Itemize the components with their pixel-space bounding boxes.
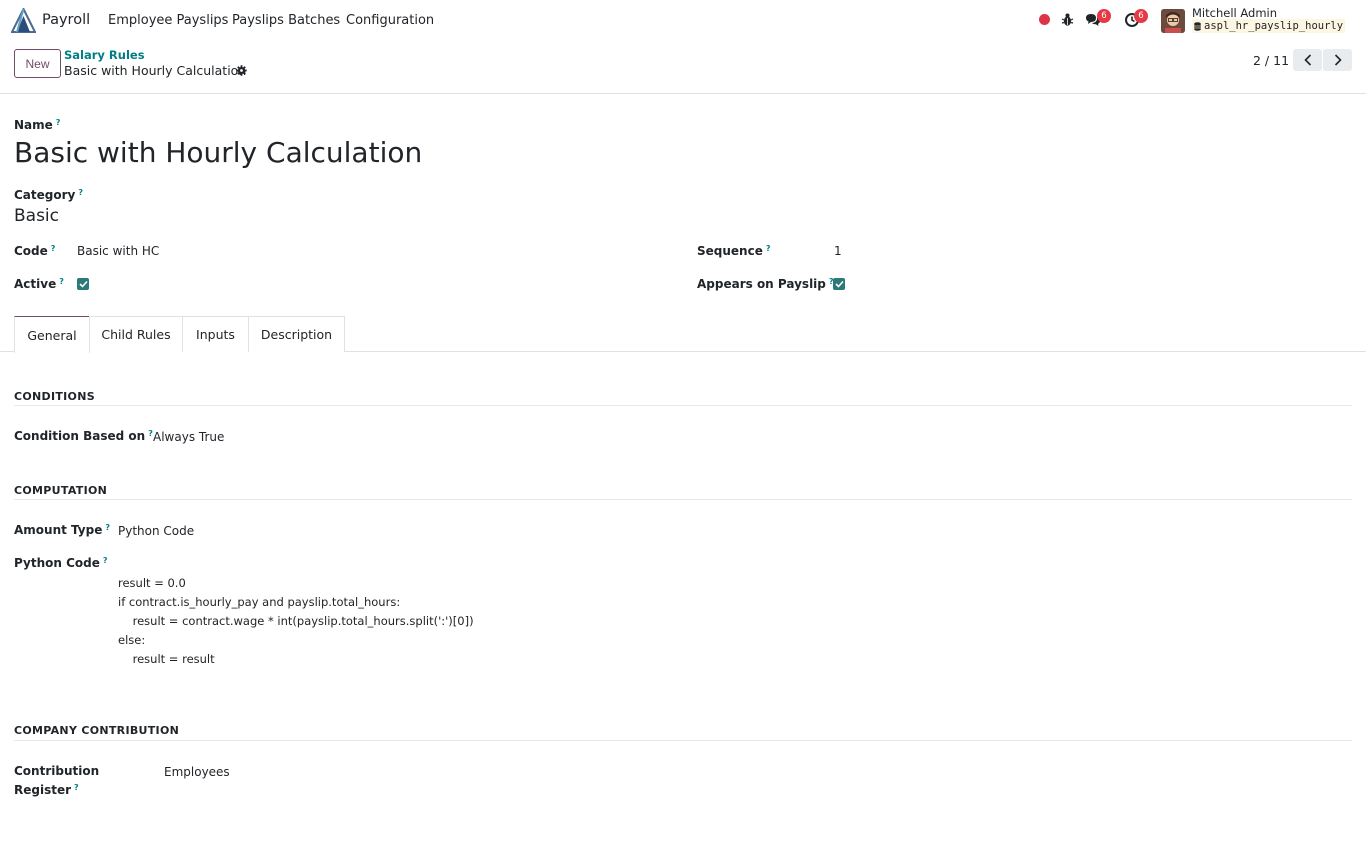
conditions-section-title: CONDITIONS bbox=[14, 390, 95, 403]
user-name[interactable]: Mitchell Admin bbox=[1192, 6, 1277, 20]
payroll-app-icon[interactable] bbox=[11, 8, 36, 33]
appears-on-payslip-label: Appears on Payslip? bbox=[697, 277, 834, 291]
menu-payslips-batches[interactable]: Payslips Batches bbox=[232, 13, 340, 28]
menu-configuration[interactable]: Configuration bbox=[346, 13, 434, 28]
active-help-icon[interactable]: ? bbox=[59, 277, 64, 286]
condition-based-on-field[interactable]: Always True bbox=[153, 430, 224, 444]
contribution-register-label-line1: Contribution bbox=[14, 764, 100, 778]
top-navbar: Payroll Employee Payslips Payslips Batch… bbox=[0, 0, 1366, 40]
activities-count-badge: 6 bbox=[1134, 9, 1148, 23]
contribution-register-field[interactable]: Employees bbox=[164, 765, 230, 779]
code-line: result = contract.wage * int(payslip.tot… bbox=[118, 614, 474, 628]
chevron-left-icon bbox=[1303, 54, 1311, 66]
database-icon bbox=[1194, 21, 1201, 31]
appears-on-payslip-checkbox[interactable] bbox=[833, 278, 845, 290]
computation-section-title: COMPUTATION bbox=[14, 484, 108, 497]
breadcrumb-current-record: Basic with Hourly Calculation bbox=[64, 63, 247, 78]
name-help-icon[interactable]: ? bbox=[56, 118, 61, 127]
active-checkbox[interactable] bbox=[77, 278, 89, 290]
name-label: Name? bbox=[14, 118, 61, 132]
user-avatar[interactable] bbox=[1161, 9, 1185, 33]
code-line: result = result bbox=[118, 652, 215, 666]
code-line: else: bbox=[118, 633, 146, 647]
tab-child-rules[interactable]: Child Rules bbox=[89, 316, 183, 352]
amount-type-field[interactable]: Python Code bbox=[118, 524, 194, 538]
status-dot-icon[interactable] bbox=[1039, 14, 1050, 25]
debug-bug-icon[interactable] bbox=[1061, 12, 1074, 27]
checkmark-icon bbox=[78, 280, 88, 288]
gear-icon[interactable] bbox=[236, 65, 247, 76]
category-label: Category? bbox=[14, 188, 83, 202]
conditions-section-divider bbox=[14, 405, 1352, 406]
code-line: result = 0.0 bbox=[118, 576, 186, 590]
amount-type-label: Amount Type? bbox=[14, 523, 110, 537]
sequence-label: Sequence? bbox=[697, 244, 771, 258]
database-chip: aspl_hr_payslip_hourly bbox=[1192, 19, 1346, 33]
company-contribution-section-title: COMPANY CONTRIBUTION bbox=[14, 724, 180, 737]
company-contribution-divider bbox=[14, 740, 1352, 741]
breadcrumb-salary-rules[interactable]: Salary Rules bbox=[64, 48, 145, 62]
python-code-label: Python Code? bbox=[14, 556, 108, 570]
code-field[interactable]: Basic with HC bbox=[77, 244, 159, 258]
new-button[interactable]: New bbox=[14, 49, 61, 78]
messages-count-badge: 6 bbox=[1097, 9, 1111, 23]
contribution-register-label-line2: Register? bbox=[14, 783, 79, 797]
pager-counter[interactable]: 2 / 11 bbox=[1253, 53, 1289, 68]
sequence-help-icon[interactable]: ? bbox=[766, 244, 771, 253]
tab-description[interactable]: Description bbox=[248, 316, 345, 352]
contribution-help-icon[interactable]: ? bbox=[74, 783, 79, 792]
category-help-icon[interactable]: ? bbox=[78, 188, 83, 197]
computation-section-divider bbox=[14, 499, 1352, 500]
chevron-right-icon bbox=[1334, 54, 1342, 66]
amount-type-help-icon[interactable]: ? bbox=[105, 523, 110, 532]
tab-general[interactable]: General bbox=[14, 316, 90, 353]
database-name: aspl_hr_payslip_hourly bbox=[1204, 20, 1344, 32]
condition-based-on-label: Condition Based on? bbox=[14, 429, 153, 443]
code-line: if contract.is_hourly_pay and payslip.to… bbox=[118, 595, 401, 609]
active-label: Active? bbox=[14, 277, 64, 291]
rule-name-field[interactable]: Basic with Hourly Calculation bbox=[14, 136, 422, 169]
pager-next-button[interactable] bbox=[1323, 49, 1352, 71]
app-name[interactable]: Payroll bbox=[42, 12, 90, 28]
category-field[interactable]: Basic bbox=[14, 206, 59, 226]
python-code-help-icon[interactable]: ? bbox=[103, 556, 108, 565]
tab-inputs[interactable]: Inputs bbox=[182, 316, 249, 352]
code-label: Code? bbox=[14, 244, 56, 258]
sequence-field[interactable]: 1 bbox=[834, 244, 842, 258]
pager-previous-button[interactable] bbox=[1293, 49, 1322, 71]
menu-employee-payslips[interactable]: Employee Payslips bbox=[108, 13, 228, 28]
code-help-icon[interactable]: ? bbox=[51, 244, 56, 253]
checkmark-icon bbox=[834, 280, 844, 288]
control-panel-divider bbox=[0, 93, 1366, 94]
